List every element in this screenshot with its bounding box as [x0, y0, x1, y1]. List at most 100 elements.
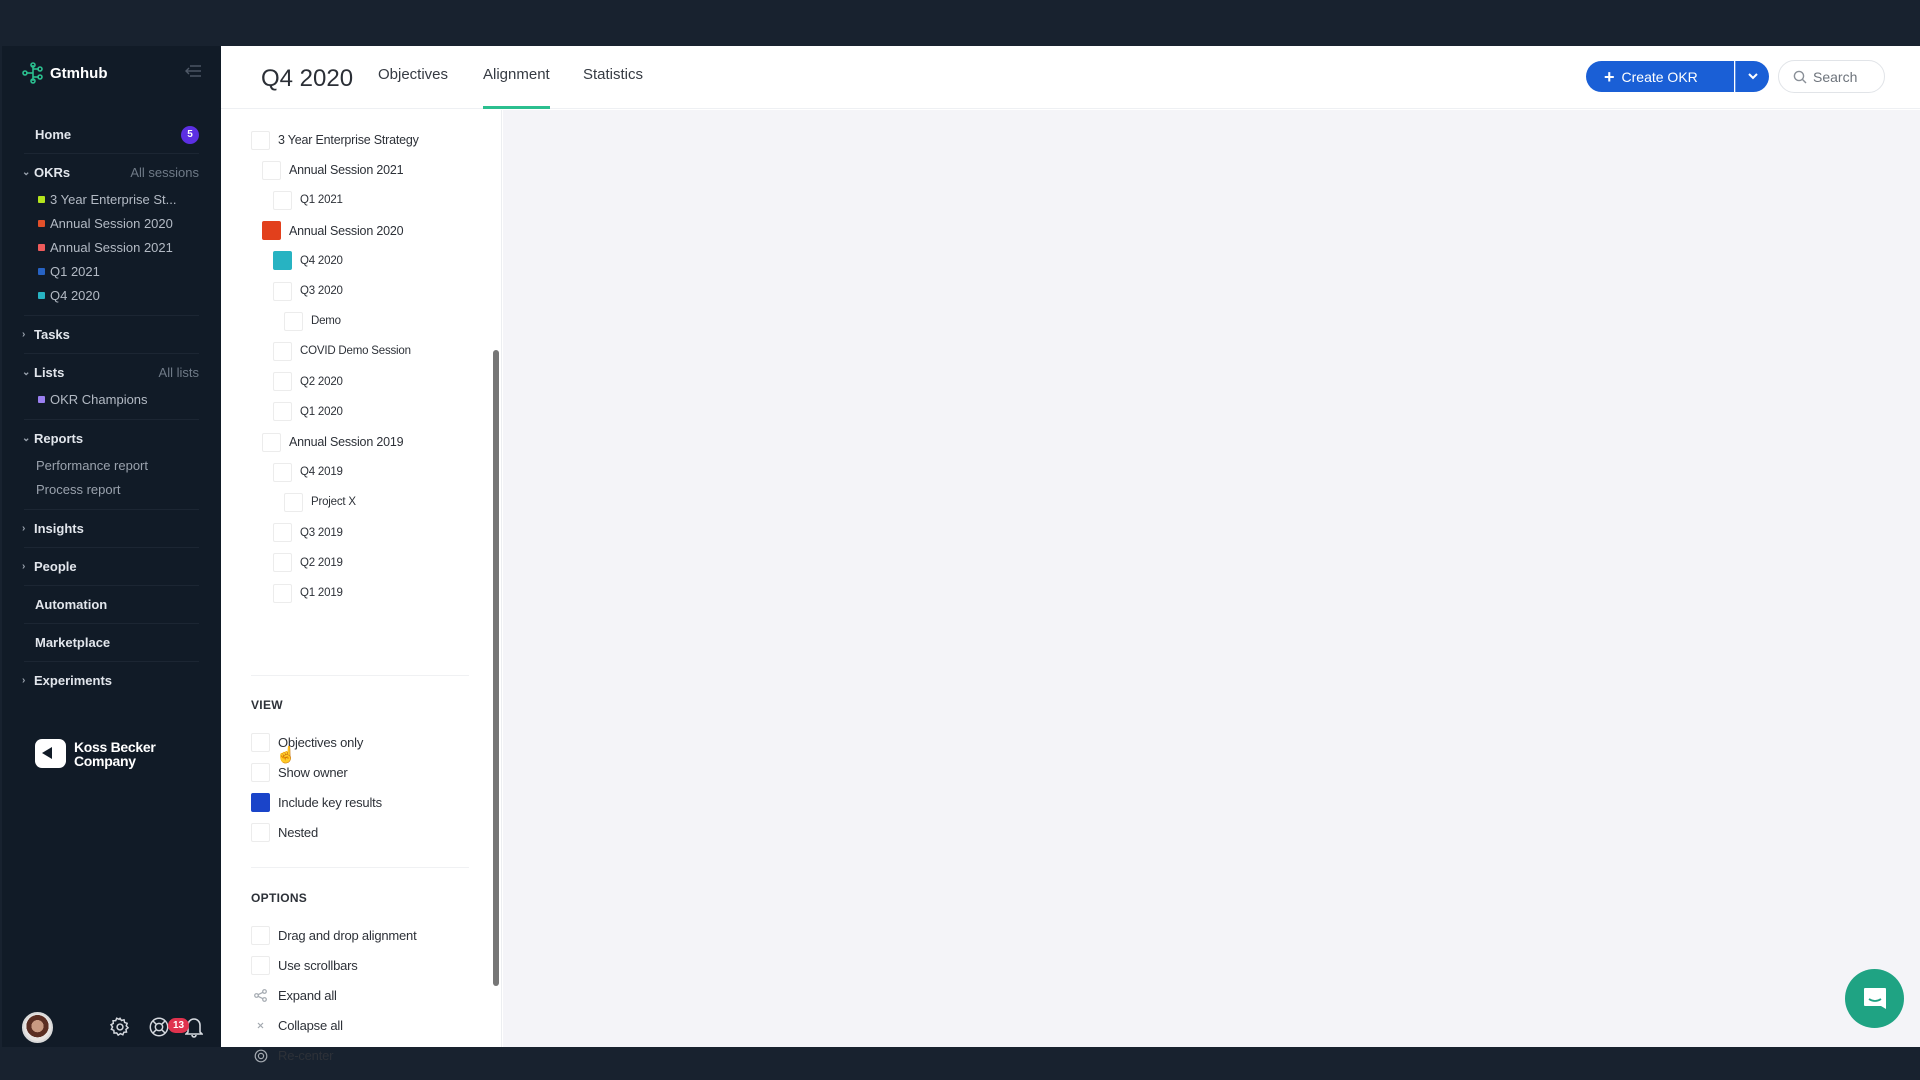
nav-section-reports: ⌄ Reports Performance report Process rep… — [22, 420, 199, 510]
option-action-label: Collapse all — [278, 1018, 343, 1034]
session-tree-item[interactable]: Project X — [284, 492, 356, 512]
view-option[interactable]: Nested — [251, 823, 318, 843]
sidebar-item-tasks[interactable]: › Tasks — [22, 316, 199, 353]
option-action-collapse-all[interactable]: Collapse all — [251, 1016, 343, 1036]
session-tree-item[interactable]: 3 Year Enterprise Strategy — [251, 130, 419, 150]
option-checkbox[interactable] — [251, 925, 270, 945]
session-label: Q2 2019 — [300, 556, 343, 569]
help-lifebuoy-icon[interactable] — [148, 1016, 170, 1038]
session-label: Q3 2019 — [300, 526, 343, 539]
search-placeholder: Search — [1813, 68, 1858, 85]
session-checkbox[interactable] — [273, 523, 292, 543]
session-checkbox[interactable] — [262, 160, 281, 180]
session-checkbox[interactable] — [273, 583, 292, 603]
sidebar-item-marketplace[interactable]: Marketplace — [24, 624, 199, 661]
session-checkbox[interactable] — [273, 553, 292, 573]
view-option-checkbox[interactable] — [251, 823, 270, 843]
session-checkbox[interactable] — [273, 402, 292, 422]
brand-logo[interactable]: Gtmhub — [22, 62, 108, 84]
view-option[interactable]: Objectives only — [251, 732, 363, 752]
option-action-expand-all[interactable]: Expand all — [251, 985, 337, 1005]
divider — [251, 675, 469, 676]
alignment-canvas[interactable] — [503, 110, 1920, 1047]
create-okr-button[interactable]: + Create OKR — [1586, 61, 1734, 92]
session-tree-item[interactable]: Q2 2020 — [273, 372, 343, 392]
sidebar-okr-session[interactable]: Annual Session 2020 — [24, 211, 199, 235]
chevron-right-icon: › — [22, 523, 26, 534]
reports-list: Performance report Process report — [24, 453, 199, 509]
session-tree-item[interactable]: Q2 2019 — [273, 553, 343, 573]
view-option-checkbox[interactable] — [251, 762, 270, 782]
session-tree-item[interactable]: Q1 2021 — [273, 190, 343, 210]
create-okr-dropdown-button[interactable] — [1735, 61, 1769, 92]
tab-objectives[interactable]: Objectives — [378, 66, 448, 109]
chevron-down-icon — [1747, 73, 1758, 80]
session-checkbox[interactable] — [284, 492, 303, 512]
chat-icon — [1863, 987, 1886, 1009]
sidebar-item-insights[interactable]: › Insights — [22, 510, 199, 547]
plus-icon: + — [1604, 66, 1615, 87]
sidebar-item-home[interactable]: Home 5 — [24, 116, 199, 153]
sidebar-item-reports[interactable]: ⌄ Reports — [22, 420, 199, 457]
session-checkbox[interactable] — [273, 372, 292, 392]
session-tree-item[interactable]: Annual Session 2019 — [262, 432, 404, 452]
search-input[interactable]: Search — [1778, 60, 1885, 93]
sidebar-okr-session[interactable]: Annual Session 2021 — [24, 235, 199, 259]
sidebar-item-lists[interactable]: ⌄ Lists All lists — [22, 354, 199, 391]
session-checkbox[interactable] — [262, 221, 281, 241]
sidebar-item-people[interactable]: › People — [22, 548, 199, 585]
session-checkbox[interactable] — [273, 341, 292, 361]
sidebar-report-process[interactable]: Process report — [24, 477, 199, 501]
session-tree-item[interactable]: COVID Demo Session — [273, 341, 411, 361]
option-action-label: Expand all — [278, 987, 337, 1003]
option-checkbox-item[interactable]: Use scrollbars — [251, 955, 358, 975]
all-sessions-link[interactable]: All sessions — [130, 165, 199, 180]
user-avatar[interactable] — [22, 1012, 53, 1043]
collapse-sidebar-button[interactable] — [184, 64, 202, 80]
session-tree-item[interactable]: Annual Session 2020 — [262, 221, 404, 241]
view-option-checkbox[interactable] — [251, 792, 270, 812]
option-checkbox-item[interactable]: Drag and drop alignment — [251, 925, 417, 945]
session-checkbox[interactable] — [273, 251, 292, 271]
session-checkbox[interactable] — [262, 432, 281, 452]
sidebar-okr-session[interactable]: Q1 2021 — [24, 259, 199, 283]
sidebar-item-experiments[interactable]: › Experiments — [22, 662, 199, 699]
session-color-icon — [38, 243, 45, 251]
session-tree-item[interactable]: Q3 2020 — [273, 281, 343, 301]
view-option-checkbox[interactable] — [251, 732, 270, 752]
panel-scrollbar[interactable] — [493, 350, 499, 986]
session-tree-item[interactable]: Q4 2019 — [273, 462, 343, 482]
list-label: OKR Champions — [50, 391, 148, 407]
sidebar-item-automation[interactable]: Automation — [24, 586, 199, 623]
session-tree-item[interactable]: Q4 2020 — [273, 251, 343, 271]
session-tree-item[interactable]: Annual Session 2021 — [262, 160, 404, 180]
session-tree-item[interactable]: Q1 2019 — [273, 583, 343, 603]
session-checkbox[interactable] — [251, 130, 270, 150]
session-checkbox[interactable] — [273, 462, 292, 482]
view-option[interactable]: Show owner — [251, 762, 348, 782]
session-tree-item[interactable]: Q3 2019 — [273, 523, 343, 543]
sidebar-okr-session[interactable]: Q4 2020 — [24, 283, 199, 307]
session-color-icon — [38, 219, 45, 227]
tab-alignment[interactable]: Alignment — [483, 66, 550, 109]
session-checkbox[interactable] — [273, 190, 292, 210]
tab-statistics[interactable]: Statistics — [583, 66, 643, 109]
view-option[interactable]: Include key results — [251, 792, 382, 812]
chat-button[interactable] — [1845, 969, 1904, 1028]
session-label: Demo — [311, 315, 341, 328]
session-checkbox[interactable] — [284, 311, 303, 331]
settings-gear-icon[interactable] — [109, 1016, 131, 1038]
session-tree-item[interactable]: Demo — [284, 311, 341, 331]
sidebar: Gtmhub Home 5 ⌄ OKRs All sessions 3 Year… — [2, 46, 221, 1047]
option-checkbox[interactable] — [251, 955, 270, 975]
brand-name: Gtmhub — [50, 64, 108, 82]
session-checkbox[interactable] — [273, 281, 292, 301]
session-label: Annual Session 2021 — [50, 239, 173, 255]
session-label: Q4 2019 — [300, 466, 343, 479]
sidebar-item-okrs[interactable]: ⌄ OKRs All sessions — [22, 154, 199, 191]
session-tree-item[interactable]: Q1 2020 — [273, 402, 343, 422]
all-lists-link[interactable]: All lists — [159, 365, 199, 380]
option-action-re-center[interactable]: Re-center — [251, 1046, 333, 1066]
collapse-menu-icon — [185, 65, 201, 77]
divider — [251, 867, 469, 868]
